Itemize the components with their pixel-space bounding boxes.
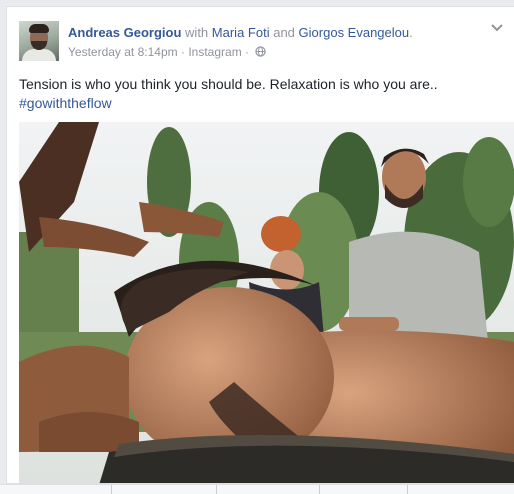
tagged-person-link-2[interactable]: Giorgos Evangelou (299, 25, 410, 40)
post-header: Andreas Georgiou with Maria Foti and Gio… (68, 25, 413, 40)
post-meta: Yesterday at 8:14pm · Instagram · (68, 45, 267, 59)
and-text: and (273, 25, 295, 40)
author-avatar[interactable] (19, 21, 59, 61)
hashtag-link[interactable]: #gowiththeflow (19, 94, 438, 113)
post-photo[interactable] (19, 122, 514, 483)
post-source-link[interactable]: Instagram (188, 45, 241, 59)
meta-separator: · (245, 45, 250, 59)
with-text: with (185, 25, 209, 40)
author-name-link[interactable]: Andreas Georgiou (68, 25, 181, 40)
post-card: Andreas Georgiou with Maria Foti and Gio… (6, 6, 514, 484)
post-timestamp-link[interactable]: Yesterday at 8:14pm (68, 45, 178, 59)
header-period: . (409, 25, 413, 40)
post-text: Tension is who you think you should be. … (19, 76, 438, 92)
tagged-person-link-1[interactable]: Maria Foti (212, 25, 270, 40)
chevron-down-icon[interactable] (490, 23, 504, 33)
post-body: Tension is who you think you should be. … (19, 75, 438, 113)
meta-separator: · (180, 45, 185, 59)
bottom-scroll-strip (0, 484, 514, 494)
globe-icon[interactable] (255, 46, 267, 57)
